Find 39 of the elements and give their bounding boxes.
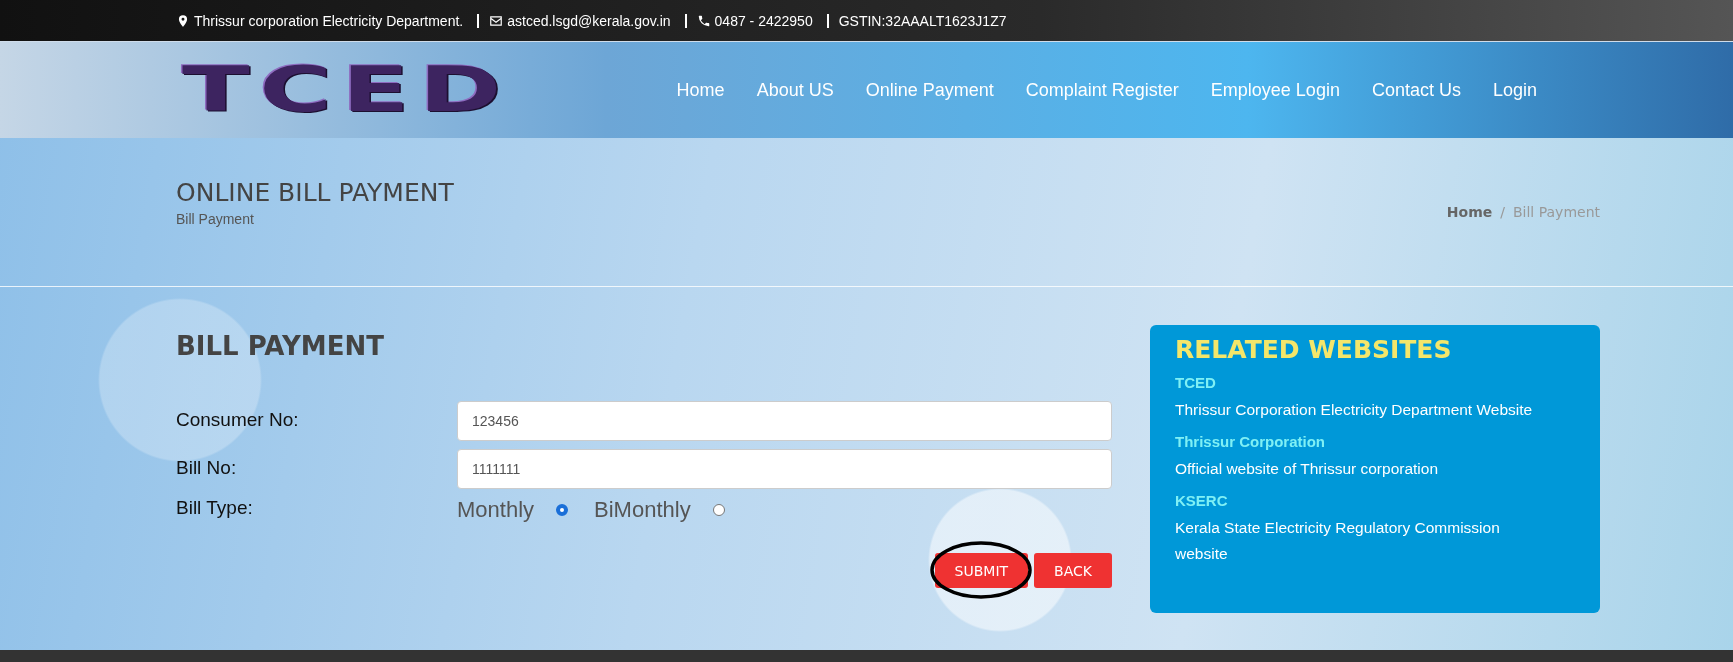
envelope-icon — [489, 13, 504, 28]
nav-link[interactable]: Employee Login — [1210, 79, 1340, 101]
form-button[interactable]: SUBMIT — [934, 553, 1029, 588]
input-field[interactable]: 123456 — [457, 401, 1112, 441]
breadcrumb-link[interactable]: Bill Payment — [1513, 204, 1600, 220]
email-text: astced.lsgd@kerala.gov.in — [507, 12, 671, 29]
website-description: Kerala State Electricity Regulatory Commission website — [1175, 518, 1501, 564]
radio-label: Monthly — [457, 497, 535, 523]
radio-button[interactable] — [712, 504, 725, 516]
field-label: Bill No: — [176, 456, 238, 479]
nav-link[interactable]: About US — [756, 79, 834, 101]
location-pin-icon — [176, 13, 190, 28]
website-description: Thrissur Corporation Electricity Department Website — [1175, 400, 1534, 420]
nav-link[interactable]: Home — [676, 79, 725, 101]
phone-icon — [696, 13, 711, 28]
website-link[interactable]: KSERC — [1175, 492, 1576, 509]
input-field[interactable]: 1111111 — [457, 449, 1112, 489]
field-label: Consumer No: — [176, 408, 300, 431]
nav-link[interactable]: Online Payment — [865, 79, 994, 101]
site-logo[interactable]: TCED — [182, 59, 511, 121]
phone-text: 0487 - 2422950 — [714, 12, 813, 29]
address-text: Thrissur corporation Electricity Department. — [194, 12, 464, 29]
website-link[interactable]: TCED — [1175, 374, 1576, 391]
breadcrumb-link[interactable]: Home — [1446, 204, 1493, 220]
page-title: ONLINE BILL PAYMENT — [176, 177, 454, 207]
website-link[interactable]: Thrissur Corporation — [1175, 433, 1576, 450]
page-subtitle: Bill Payment — [176, 210, 255, 227]
gstin-text: GSTIN:32AAALT1623J1Z7 — [838, 12, 1007, 29]
field-label: Bill Type: — [176, 497, 254, 519]
nav-link[interactable]: Login — [1492, 79, 1537, 101]
website-description: Official website of Thrissur corporation — [1175, 459, 1440, 479]
form-button[interactable]: BACK — [1034, 553, 1112, 588]
nav-link[interactable]: Complaint Register — [1025, 79, 1179, 101]
breadcrumb-separator: / — [1500, 204, 1505, 220]
nav-link[interactable]: Contact Us — [1371, 79, 1461, 101]
panel-title: RELATED WEBSITES — [1175, 335, 1453, 364]
form-title: BILL PAYMENT — [176, 331, 385, 361]
radio-button[interactable] — [556, 504, 569, 516]
radio-label: BiMonthly — [594, 497, 691, 523]
